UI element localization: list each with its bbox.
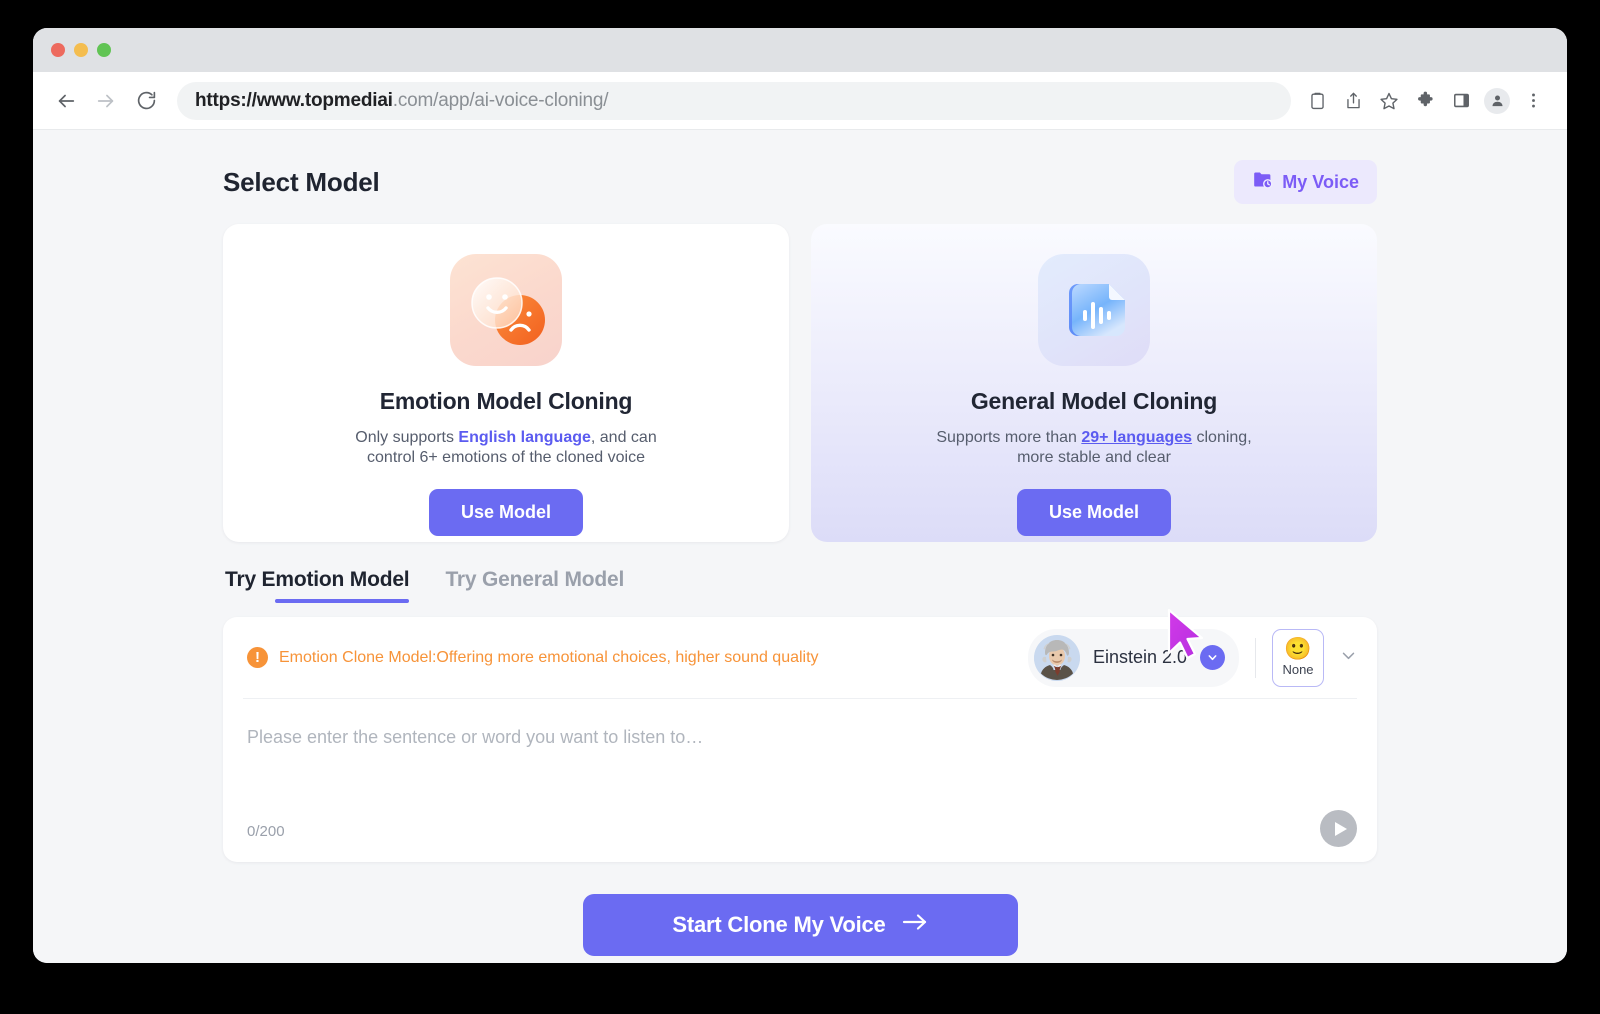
extensions-icon[interactable] — [1409, 85, 1441, 117]
model-try-tabs: Try Emotion Model Try General Model — [223, 568, 1377, 603]
folder-clock-icon — [1252, 169, 1273, 195]
model-card-general[interactable]: General Model Cloning Supports more than… — [811, 224, 1377, 542]
address-bar[interactable]: https://www.topmediai .com/app/ai-voice-c… — [177, 81, 1291, 120]
tab-try-emotion-model[interactable]: Try Emotion Model — [225, 568, 410, 603]
minimize-window-button[interactable] — [74, 43, 88, 57]
voice-name: Einstein 2.0 — [1092, 647, 1187, 667]
maximize-window-button[interactable] — [97, 43, 111, 57]
english-language-link[interactable]: English language — [458, 429, 590, 446]
use-model-button-emotion[interactable]: Use Model — [428, 488, 584, 536]
divider — [1255, 637, 1256, 678]
more-menu-icon[interactable] — [1517, 85, 1549, 117]
my-voice-label: My Voice — [1282, 171, 1359, 192]
emotion-faces-icon — [450, 254, 562, 366]
emotion-label: None — [1282, 662, 1314, 677]
exclamation-circle-icon: ! — [247, 647, 268, 668]
profile-avatar-icon[interactable] — [1481, 85, 1513, 117]
cta-row: Start Clone My Voice — [223, 894, 1377, 956]
audio-document-icon — [1038, 254, 1150, 366]
url-domain: https://www.topmediai — [195, 89, 393, 111]
voice-selector[interactable]: Einstein 2.0 — [1027, 628, 1239, 687]
page-header: Select Model My Voice — [223, 130, 1377, 204]
editor-controls: Einstein 2.0 🙂 None — [1027, 628, 1357, 687]
window-titlebar — [33, 28, 1567, 72]
smiley-emoji-icon: 🙂 — [1284, 636, 1312, 661]
editor-toolbar: ! Emotion Clone Model:Offering more emot… — [243, 617, 1357, 699]
my-voice-button[interactable]: My Voice — [1234, 160, 1377, 204]
notice-text: Emotion Clone Model:Offering more emotio… — [279, 648, 819, 666]
toolbar-icon-group — [1301, 85, 1551, 117]
reload-icon[interactable] — [129, 84, 163, 118]
einstein-avatar — [1033, 634, 1080, 681]
card-title: Emotion Model Cloning — [379, 388, 633, 414]
use-model-button-general[interactable]: Use Model — [1016, 488, 1172, 536]
close-window-button[interactable] — [51, 43, 65, 57]
model-card-emotion[interactable]: Emotion Model Cloning Only supports Engl… — [223, 224, 789, 542]
start-clone-my-voice-button[interactable]: Start Clone My Voice — [582, 894, 1018, 956]
side-panel-icon[interactable] — [1445, 85, 1477, 117]
clipboard-icon[interactable] — [1301, 85, 1333, 117]
card-title: General Model Cloning — [970, 388, 1218, 414]
character-counter: 0/200 — [247, 823, 285, 840]
avatar — [1484, 87, 1510, 114]
back-icon[interactable] — [49, 84, 83, 118]
card-description: Supports more than 29+ languages cloning… — [929, 428, 1259, 469]
cta-label: Start Clone My Voice — [672, 912, 886, 937]
url-path: .com/app/ai-voice-cloning/ — [392, 89, 609, 111]
arrow-right-icon — [902, 912, 928, 938]
forward-icon[interactable] — [89, 84, 123, 118]
tab-try-general-model[interactable]: Try General Model — [445, 568, 624, 603]
chevron-down-icon[interactable] — [1200, 645, 1225, 670]
page-content: Select Model My Voice Emotion Model Clon… — [33, 130, 1567, 963]
card-description: Only supports English language, and can … — [341, 428, 671, 469]
play-icon[interactable] — [1320, 810, 1357, 847]
text-input-placeholder[interactable]: Please enter the sentence or word you wa… — [247, 727, 703, 748]
model-notice: ! Emotion Clone Model:Offering more emot… — [243, 647, 819, 668]
model-card-list: Emotion Model Cloning Only supports Engl… — [223, 224, 1377, 542]
tts-editor-panel: ! Emotion Clone Model:Offering more emot… — [223, 617, 1377, 862]
emotion-expand-chevron-down-icon[interactable] — [1340, 647, 1357, 668]
languages-link[interactable]: 29+ languages — [1081, 429, 1192, 446]
star-icon[interactable] — [1373, 85, 1405, 117]
share-icon[interactable] — [1337, 85, 1369, 117]
browser-toolbar: https://www.topmediai .com/app/ai-voice-c… — [33, 72, 1567, 130]
desc-before: Only supports — [355, 429, 459, 446]
page-title: Select Model — [223, 166, 380, 197]
desc-before: Supports more than — [936, 429, 1082, 446]
browser-window: https://www.topmediai .com/app/ai-voice-c… — [33, 28, 1567, 963]
emotion-selector[interactable]: 🙂 None — [1272, 628, 1324, 687]
